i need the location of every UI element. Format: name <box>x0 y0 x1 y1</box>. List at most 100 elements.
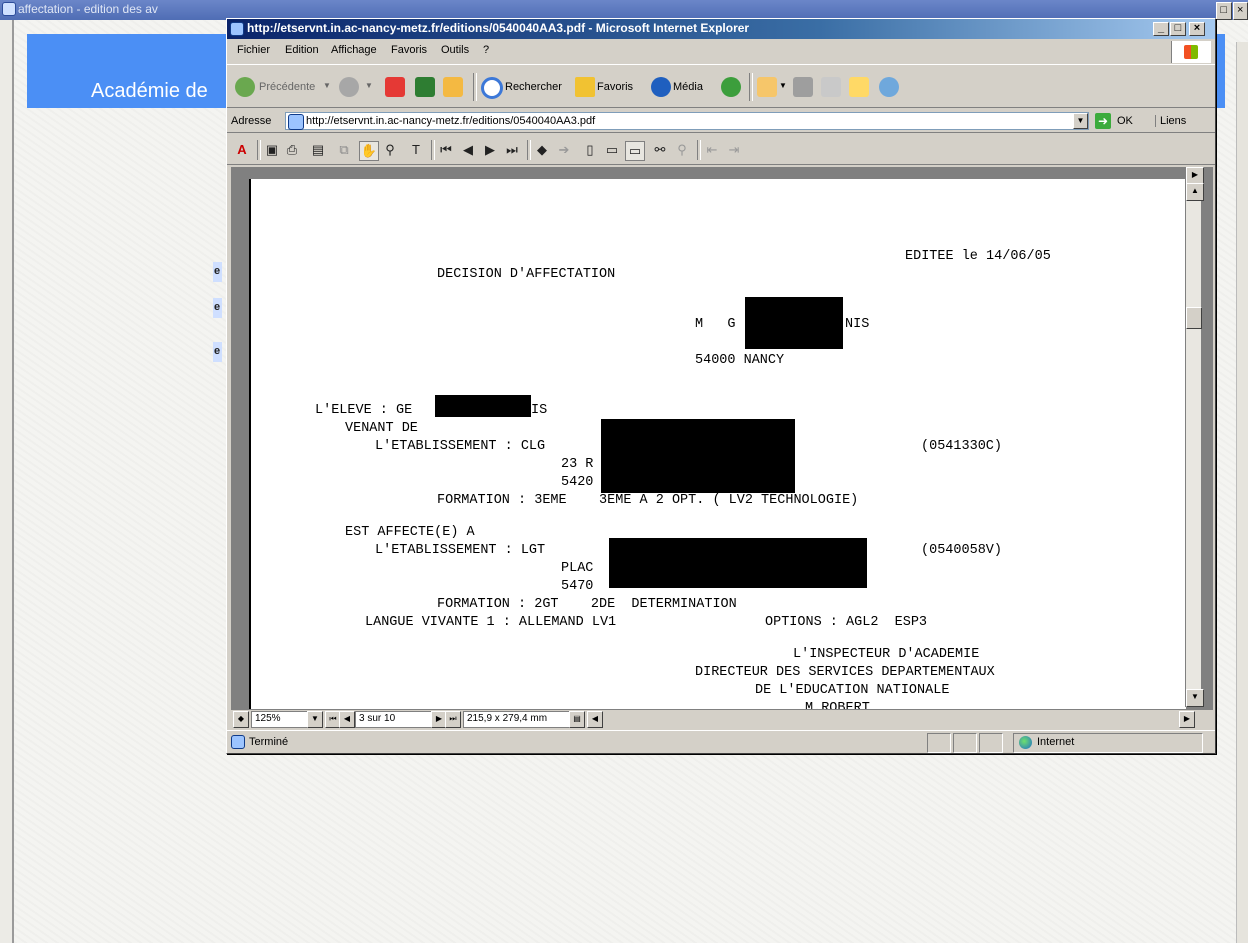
edit-icon[interactable] <box>821 77 841 97</box>
assigned-label: EST AFFECTE(E) A <box>345 525 475 540</box>
document-title: DECISION D'AFFECTATION <box>437 267 616 282</box>
rotate-right-icon[interactable]: ⇥ <box>725 141 743 159</box>
media-icon[interactable] <box>651 77 671 97</box>
toolbar-separator <box>431 140 435 160</box>
background-link-3[interactable]: e <box>213 342 222 362</box>
toolbar-separator <box>697 140 701 160</box>
student-name-suffix: IS <box>531 403 548 418</box>
acrobat-icon[interactable]: A <box>233 141 251 159</box>
zoom-dropdown-icon[interactable]: ▼ <box>307 711 323 728</box>
back-icon[interactable] <box>235 77 255 97</box>
background-link-1[interactable]: e <box>213 262 222 282</box>
search-icon[interactable] <box>481 77 503 99</box>
search-label[interactable]: Rechercher <box>505 81 562 93</box>
signature-line-1: L'INSPECTEUR D'ACADEMIE <box>793 647 980 662</box>
address-input[interactable]: http://etservnt.in.ac-nancy-metz.fr/edit… <box>285 112 1089 130</box>
last-page-icon[interactable]: ⏭ <box>445 711 461 728</box>
background-window-titlebar[interactable]: affectation - edition des av <box>0 0 1248 20</box>
rotate-left-icon[interactable]: ⇤ <box>703 141 721 159</box>
chevron-down-icon[interactable]: ▼ <box>779 81 787 90</box>
stop-icon[interactable] <box>385 77 405 97</box>
background-scrollbar[interactable] <box>1236 42 1248 943</box>
close-icon[interactable]: × <box>1232 2 1248 20</box>
menu-favoris[interactable]: Favoris <box>391 44 427 56</box>
menu-affichage[interactable]: Affichage <box>331 44 377 56</box>
find-icon[interactable]: ⚯ <box>651 141 669 159</box>
previous-page-icon[interactable]: ◀ <box>339 711 355 728</box>
background-link-2[interactable]: e <box>213 298 222 318</box>
forward-icon[interactable] <box>339 77 359 97</box>
ie-window: http://etservnt.in.ac-nancy-metz.fr/edit… <box>226 18 1216 754</box>
minimize-button[interactable]: _ <box>1153 22 1169 36</box>
next-page-icon[interactable]: ▶ <box>481 141 499 159</box>
back-label[interactable]: Précédente <box>259 81 315 93</box>
close-button[interactable]: × <box>1189 22 1205 36</box>
address-bar: Adresse http://etservnt.in.ac-nancy-metz… <box>227 109 1215 133</box>
fit-page-icon[interactable]: ▭ <box>603 141 621 159</box>
from-formation: FORMATION : 3EME 3EME A 2 OPT. ( LV2 TEC… <box>437 493 859 508</box>
status-cell <box>953 733 977 753</box>
favorites-label[interactable]: Favoris <box>597 81 633 93</box>
page-done-icon <box>231 735 245 749</box>
first-page-icon[interactable]: ⏮ <box>437 141 455 159</box>
media-label[interactable]: Média <box>673 81 703 93</box>
menu-fichier[interactable]: Fichier <box>237 44 270 56</box>
favorites-star-icon[interactable] <box>575 77 595 97</box>
last-page-icon[interactable]: ⏭ <box>503 141 521 159</box>
actual-size-icon[interactable]: ▯ <box>581 141 599 159</box>
from-label: VENANT DE <box>345 421 418 436</box>
bookmarks-panel-icon[interactable]: ▤ <box>309 141 327 159</box>
links-button[interactable]: Liens <box>1155 115 1186 127</box>
home-icon[interactable] <box>443 77 463 97</box>
search-icon[interactable]: ⚲ <box>673 141 691 159</box>
page-layout-icon[interactable]: ▤ <box>569 711 585 728</box>
maximize-icon[interactable]: □ <box>1216 2 1232 20</box>
scroll-thumb[interactable] <box>1186 307 1202 329</box>
to-code: (0540058V) <box>921 543 1003 558</box>
address-dropdown-button[interactable]: ▼ <box>1073 113 1088 129</box>
save-icon[interactable]: ▣ <box>263 141 281 159</box>
chevron-down-icon[interactable]: ▼ <box>365 81 373 90</box>
refresh-icon[interactable] <box>415 77 435 97</box>
edited-date: EDITEE le 14/06/05 <box>905 249 1051 264</box>
zoom-field[interactable]: 125% <box>251 711 313 728</box>
chevron-down-icon[interactable]: ▼ <box>323 81 331 90</box>
go-forward-view-icon[interactable]: ➔ <box>555 141 573 159</box>
print-icon[interactable]: ⎙ <box>283 141 301 159</box>
redaction <box>601 419 795 493</box>
from-address-line3: 5420 <box>561 475 594 490</box>
scroll-up-icon[interactable]: ▲ <box>1186 183 1204 201</box>
zoom-tool-icon[interactable]: ⚲ <box>381 141 399 159</box>
page-indicator[interactable]: 3 sur 10 <box>355 711 435 728</box>
messenger-icon[interactable] <box>879 77 899 97</box>
copy-icon[interactable]: ⧉ <box>335 141 353 159</box>
previous-page-icon[interactable]: ◀ <box>459 141 477 159</box>
windows-logo <box>1171 41 1211 63</box>
go-arrow-icon[interactable]: ➜ <box>1095 113 1111 129</box>
pdf-viewer[interactable]: EDITEE le 14/06/05 DECISION D'AFFECTATIO… <box>231 167 1213 709</box>
go-button[interactable]: OK <box>1117 115 1133 127</box>
split-handle-icon[interactable]: ◆ <box>233 711 249 728</box>
scroll-right-icon[interactable]: ▶ <box>1179 711 1195 728</box>
ie-toolbar: Précédente ▼ ▼ Rechercher Favoris Média … <box>227 64 1215 108</box>
background-window-title: affectation - edition des av <box>18 2 158 16</box>
go-back-view-icon[interactable]: ◆ <box>533 141 551 159</box>
print-icon[interactable] <box>793 77 813 97</box>
mail-icon[interactable] <box>757 77 777 97</box>
hand-tool-icon[interactable]: ✋ <box>359 141 379 161</box>
pdf-vertical-scrollbar[interactable]: ▶ ▲ ▼ <box>1185 167 1204 707</box>
history-icon[interactable] <box>721 77 741 97</box>
menu-edition[interactable]: Edition <box>285 44 319 56</box>
maximize-button[interactable]: □ <box>1170 22 1186 36</box>
ie-page-icon <box>230 22 244 36</box>
scroll-left-icon[interactable]: ◀ <box>587 711 603 728</box>
discuss-icon[interactable] <box>849 77 869 97</box>
toolbar-separator <box>749 73 753 101</box>
scroll-down-icon[interactable]: ▼ <box>1186 689 1204 707</box>
status-cell <box>927 733 951 753</box>
menu-outils[interactable]: Outils <box>441 44 469 56</box>
fit-width-icon[interactable]: ▭ <box>625 141 645 161</box>
ie-titlebar[interactable]: http://etservnt.in.ac-nancy-metz.fr/edit… <box>227 19 1215 39</box>
text-select-icon[interactable]: T <box>407 141 425 159</box>
menu-help[interactable]: ? <box>483 44 489 56</box>
